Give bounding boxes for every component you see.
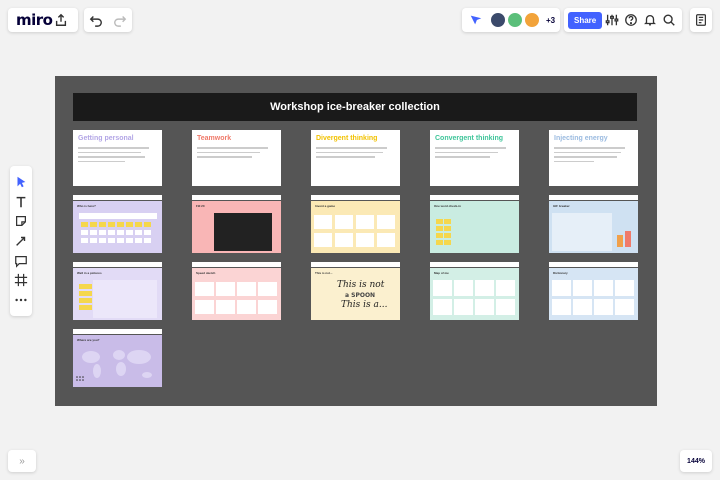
- undo-redo-panel: [84, 8, 132, 32]
- share-button[interactable]: Share: [568, 11, 603, 29]
- template-title: Speed sketch: [196, 271, 216, 275]
- template-title: Fill 20: [196, 204, 205, 208]
- connection-line-icon[interactable]: [11, 231, 31, 251]
- category-title: Divergent thinking: [316, 135, 378, 142]
- category-title: Injecting energy: [554, 135, 608, 142]
- document-list-icon: [691, 10, 711, 30]
- world-map-icon: [76, 350, 152, 381]
- template-title: One word check-in: [434, 204, 461, 208]
- template-title: Well in a pictures: [77, 271, 102, 275]
- category-card[interactable]: Convergent thinking: [430, 130, 519, 186]
- template-thumbnail[interactable]: This is not... This is not a SPOON This …: [311, 262, 400, 320]
- this-is-not-line-2: a SPOON: [345, 292, 376, 299]
- top-right-tools: Share: [564, 8, 682, 32]
- text-tool-icon[interactable]: [11, 192, 31, 212]
- collaborators-panel: +3: [462, 8, 560, 32]
- help-icon[interactable]: [621, 10, 640, 30]
- template-thumbnail[interactable]: Fill 20: [192, 195, 281, 253]
- select-cursor-icon[interactable]: [11, 172, 31, 192]
- category-card[interactable]: Getting personal: [73, 130, 162, 186]
- category-title: Getting personal: [78, 135, 134, 142]
- collapse-panel-button[interactable]: »: [8, 450, 36, 472]
- notifications-bell-icon[interactable]: [640, 10, 659, 30]
- avatar[interactable]: [490, 12, 506, 28]
- undo-icon[interactable]: [86, 10, 106, 30]
- cursor-flag-icon[interactable]: [466, 10, 486, 30]
- category-card[interactable]: Divergent thinking: [311, 130, 400, 186]
- category-title: Convergent thinking: [435, 135, 504, 142]
- settings-sliders-icon[interactable]: [602, 10, 621, 30]
- zoom-value: 144%: [687, 457, 705, 465]
- export-icon[interactable]: [52, 10, 70, 30]
- comment-icon[interactable]: [11, 251, 31, 271]
- template-title: Who is here?: [77, 204, 96, 208]
- sticky-note-icon[interactable]: [11, 211, 31, 231]
- expand-chevron-icon: »: [19, 455, 25, 467]
- this-is-not-line-1: This is not: [337, 280, 385, 290]
- miro-logo[interactable]: miro: [16, 11, 53, 29]
- template-thumbnail[interactable]: One word check-in: [430, 195, 519, 253]
- template-thumbnail[interactable]: Invent a game: [311, 195, 400, 253]
- template-thumbnail[interactable]: Who is here?: [73, 195, 162, 253]
- frame-icon[interactable]: [11, 271, 31, 291]
- board-title: Workshop ice-breaker collection: [73, 93, 637, 121]
- template-thumbnail[interactable]: Map of me: [430, 262, 519, 320]
- board-frame[interactable]: Workshop ice-breaker collection Getting …: [55, 76, 657, 406]
- template-thumbnail[interactable]: Dictionary: [549, 262, 638, 320]
- avatar[interactable]: [507, 12, 523, 28]
- more-tools-icon[interactable]: [11, 290, 31, 310]
- zoom-level[interactable]: 144%: [680, 450, 712, 472]
- category-card[interactable]: Injecting energy: [549, 130, 638, 186]
- board-menu-button[interactable]: [690, 8, 712, 32]
- category-title: Teamwork: [197, 135, 232, 142]
- redo-icon[interactable]: [110, 10, 130, 30]
- template-thumbnail[interactable]: Speed sketch: [192, 262, 281, 320]
- template-title: Map of me: [434, 271, 449, 275]
- template-thumbnail[interactable]: Well in a pictures: [73, 262, 162, 320]
- this-is-not-line-3: This is a...: [341, 300, 388, 310]
- top-left-panel: miro: [8, 8, 78, 32]
- category-card[interactable]: Teamwork: [192, 130, 281, 186]
- template-thumbnail[interactable]: GIF breaker: [549, 195, 638, 253]
- left-toolbar: [10, 166, 32, 316]
- template-title: This is not...: [315, 271, 333, 275]
- more-collaborators-count[interactable]: +3: [546, 16, 555, 25]
- avatar[interactable]: [524, 12, 540, 28]
- template-title: Dictionary: [553, 271, 568, 275]
- search-icon[interactable]: [659, 10, 678, 30]
- template-title: Invent a game: [315, 204, 336, 208]
- template-title: GIF breaker: [553, 204, 570, 208]
- template-thumbnail[interactable]: Where are you?: [73, 329, 162, 387]
